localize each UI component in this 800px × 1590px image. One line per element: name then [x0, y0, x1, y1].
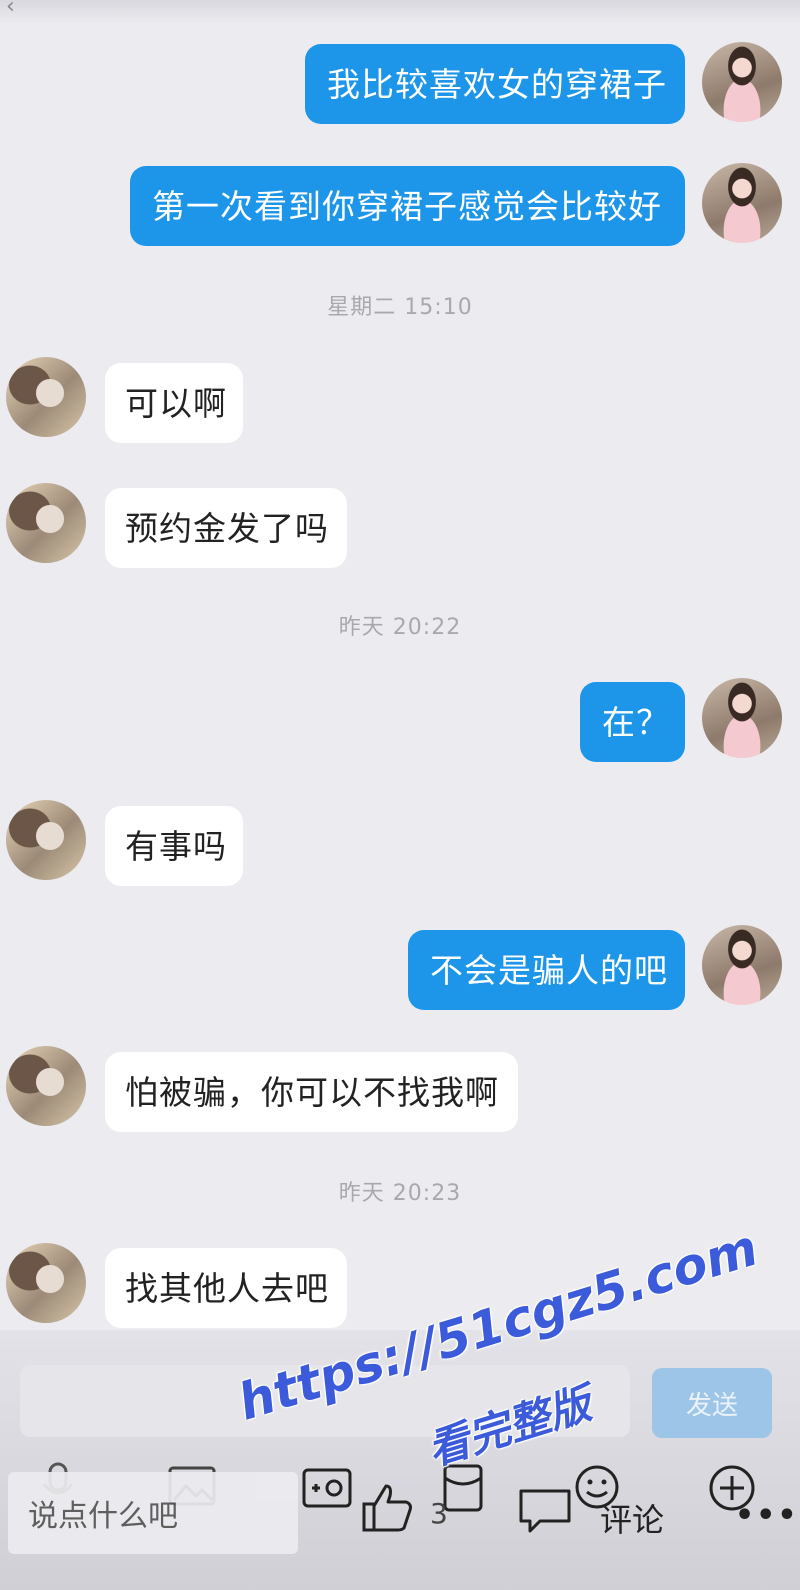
contact-avatar[interactable] [6, 483, 86, 563]
chat-bubble-outgoing: 在？ [580, 682, 685, 762]
chat-bubble-outgoing: 不会是骗人的吧 [408, 930, 685, 1010]
contact-avatar[interactable] [6, 800, 86, 880]
back-arrow-icon[interactable]: ‹ [6, 0, 15, 19]
my-avatar[interactable] [702, 42, 782, 122]
chat-bubble-outgoing: 第一次看到你穿裙子感觉会比较好 [130, 166, 685, 246]
message-text: 可以啊 [125, 383, 227, 423]
message-text: 预约金发了吗 [125, 508, 329, 548]
chat-bubble-incoming: 怕被骗，你可以不找我啊 [105, 1052, 518, 1132]
comment-input[interactable]: 说点什么吧 [8, 1472, 298, 1554]
send-button[interactable]: 发送 [652, 1368, 772, 1438]
comment-placeholder: 说点什么吧 [28, 1499, 178, 1534]
message-text: 有事吗 [125, 826, 227, 866]
comment-label[interactable]: 评论 [600, 1495, 664, 1541]
timestamp: 星期二 15:10 [327, 295, 473, 320]
my-avatar[interactable] [702, 925, 782, 1005]
timestamp: 昨天 20:22 [338, 615, 462, 640]
top-bar: ‹ [0, 0, 800, 24]
contact-avatar[interactable] [6, 1243, 86, 1323]
chat-bubble-incoming: 有事吗 [105, 806, 243, 886]
like-count: 3 [430, 1497, 448, 1530]
timestamp: 昨天 20:23 [338, 1181, 462, 1206]
my-avatar[interactable] [702, 678, 782, 758]
message-text: 第一次看到你穿裙子感觉会比较好 [152, 186, 662, 226]
chat-bubble-outgoing: 我比较喜欢女的穿裙子 [305, 44, 685, 124]
message-text: 我比较喜欢女的穿裙子 [327, 64, 667, 104]
chat-bubble-incoming: 预约金发了吗 [105, 488, 347, 568]
contact-avatar[interactable] [6, 1046, 86, 1126]
chat-bubble-incoming: 可以啊 [105, 363, 243, 443]
thumbs-up-icon[interactable] [360, 1482, 416, 1534]
more-icon[interactable]: ••• [735, 1498, 799, 1533]
comment-icon[interactable] [518, 1488, 572, 1534]
message-text: 找其他人去吧 [125, 1268, 329, 1308]
camera-icon[interactable] [302, 1468, 352, 1508]
chat-bubble-incoming: 找其他人去吧 [105, 1248, 347, 1328]
message-text: 怕被骗，你可以不找我啊 [125, 1072, 499, 1112]
message-text: 在？ [602, 702, 670, 742]
my-avatar[interactable] [702, 163, 782, 243]
contact-avatar[interactable] [6, 357, 86, 437]
message-text: 不会是骗人的吧 [430, 950, 668, 990]
